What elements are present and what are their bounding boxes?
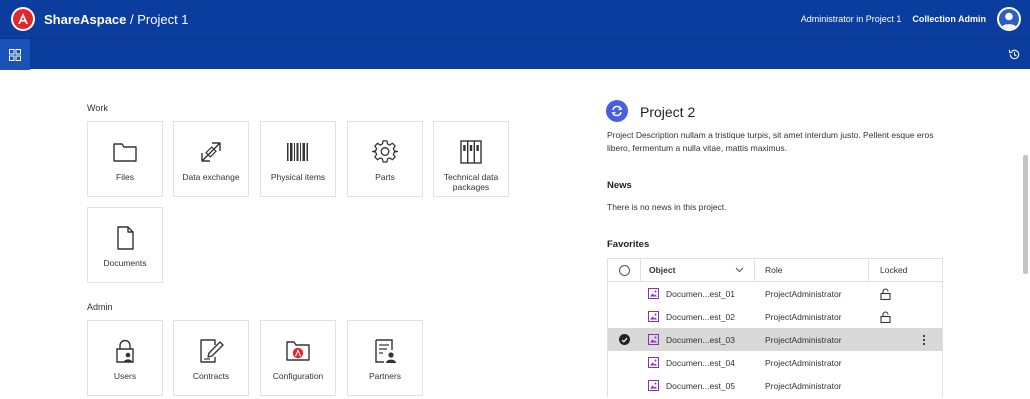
role-cell: ProjectAdministrator xyxy=(765,311,842,322)
tile-technical-data-packages[interactable]: Technical data packages xyxy=(433,121,509,197)
lock-open-icon xyxy=(880,310,891,323)
document-icon xyxy=(117,226,134,250)
folder-icon xyxy=(113,143,137,162)
tile-label: Users xyxy=(113,371,137,381)
brand-name[interactable]: ShareAspace xyxy=(44,12,126,27)
section-label-work: Work xyxy=(87,103,108,113)
object-name[interactable]: Documen...est_05 xyxy=(666,381,735,391)
grid-icon xyxy=(9,48,21,61)
user-lock-icon xyxy=(116,339,134,363)
role-cell: ProjectAdministrator xyxy=(765,357,842,368)
avatar[interactable] xyxy=(997,7,1021,31)
table-row[interactable]: Documen...est_04 ProjectAdministrator xyxy=(608,351,942,374)
document-image-icon xyxy=(648,334,659,345)
sub-toolbar xyxy=(0,38,1030,70)
more-vertical-icon[interactable] xyxy=(922,334,926,346)
partners-icon xyxy=(375,339,396,363)
page-scrollbar[interactable] xyxy=(1023,155,1028,274)
column-header-locked[interactable]: Locked xyxy=(869,259,942,282)
lock-open-icon xyxy=(880,287,891,300)
role-cell: ProjectAdministrator xyxy=(765,288,842,299)
favorites-table: Object Role Locked Documen...est_01 Proj… xyxy=(607,258,943,397)
document-image-icon xyxy=(648,311,659,322)
tile-label: Documents xyxy=(103,258,147,268)
tile-physical-items[interactable]: Physical items xyxy=(260,121,336,197)
news-heading: News xyxy=(607,180,632,191)
table-header: Object Role Locked xyxy=(608,258,942,282)
contract-icon xyxy=(200,339,224,363)
role-cell: ProjectAdministrator xyxy=(765,334,842,345)
document-image-icon xyxy=(648,357,659,368)
column-label: Object xyxy=(649,265,676,275)
table-row[interactable]: Documen...est_05 ProjectAdministrator xyxy=(608,374,942,397)
table-row-selected[interactable]: Documen...est_03 ProjectAdministrator xyxy=(608,328,942,351)
table-row[interactable]: Documen...est_02 ProjectAdministrator xyxy=(608,305,942,328)
tile-label: Configuration xyxy=(272,371,324,381)
project-icon xyxy=(606,100,628,122)
tile-label: Partners xyxy=(368,371,402,381)
role-cell: ProjectAdministrator xyxy=(765,380,842,391)
document-image-icon xyxy=(648,288,659,299)
collection-admin-link[interactable]: Collection Admin xyxy=(912,14,986,24)
tile-label: Physical items xyxy=(270,172,326,182)
project-description: Project Description nullam a tristique t… xyxy=(607,130,934,153)
tile-label: Technical data packages xyxy=(443,172,499,192)
news-empty-text: There is no news in this project. xyxy=(607,202,727,212)
tile-users[interactable]: Users xyxy=(87,320,163,396)
column-header-object[interactable]: Object xyxy=(641,258,755,282)
history-icon xyxy=(1008,49,1019,59)
project-title: Project 2 xyxy=(640,104,696,120)
tile-partners[interactable]: Partners xyxy=(347,320,423,396)
tile-parts[interactable]: Parts xyxy=(347,121,423,197)
project-name[interactable]: Project 1 xyxy=(137,12,188,27)
object-name[interactable]: Documen...est_04 xyxy=(666,358,735,368)
tile-contracts[interactable]: Contracts xyxy=(173,320,249,396)
object-name[interactable]: Documen...est_02 xyxy=(666,312,735,322)
gear-icon xyxy=(372,140,398,163)
config-folder-icon xyxy=(286,341,310,361)
favorites-heading: Favorites xyxy=(607,239,650,250)
binder-icon xyxy=(460,140,482,164)
tile-configuration[interactable]: Configuration xyxy=(260,320,336,396)
tile-files[interactable]: Files xyxy=(87,121,163,197)
tile-documents[interactable]: Documents xyxy=(87,207,163,283)
check-icon xyxy=(621,337,628,343)
apps-button[interactable] xyxy=(0,39,30,70)
barcode-icon xyxy=(287,143,308,161)
tile-label: Data exchange xyxy=(182,172,240,182)
current-role-text: Administrator in Project 1 xyxy=(800,14,902,24)
select-all-checkbox[interactable] xyxy=(618,264,630,276)
shareaspace-logo[interactable] xyxy=(11,7,35,31)
chevron-down-icon[interactable] xyxy=(735,267,744,273)
sync-icon xyxy=(611,105,623,117)
user-icon xyxy=(1001,12,1017,29)
document-image-icon xyxy=(648,380,659,391)
tile-label: Files xyxy=(116,172,134,182)
tile-label: Parts xyxy=(375,172,395,182)
object-name[interactable]: Documen...est_01 xyxy=(666,289,735,299)
tile-label: Contracts xyxy=(192,371,230,381)
breadcrumb-separator: / xyxy=(126,12,138,27)
object-name[interactable]: Documen...est_03 xyxy=(666,335,735,345)
top-bar: ShareAspace / Project 1 Administrator in… xyxy=(0,0,1030,38)
tile-data-exchange[interactable]: Data exchange xyxy=(173,121,249,197)
history-button[interactable] xyxy=(1006,46,1022,62)
row-checkbox-checked[interactable] xyxy=(619,334,630,345)
exchange-icon xyxy=(201,142,221,162)
breadcrumb: ShareAspace / Project 1 xyxy=(44,12,189,27)
table-row[interactable]: Documen...est_01 ProjectAdministrator xyxy=(608,282,942,305)
section-label-admin: Admin xyxy=(87,302,113,312)
column-header-role[interactable]: Role xyxy=(755,258,869,282)
